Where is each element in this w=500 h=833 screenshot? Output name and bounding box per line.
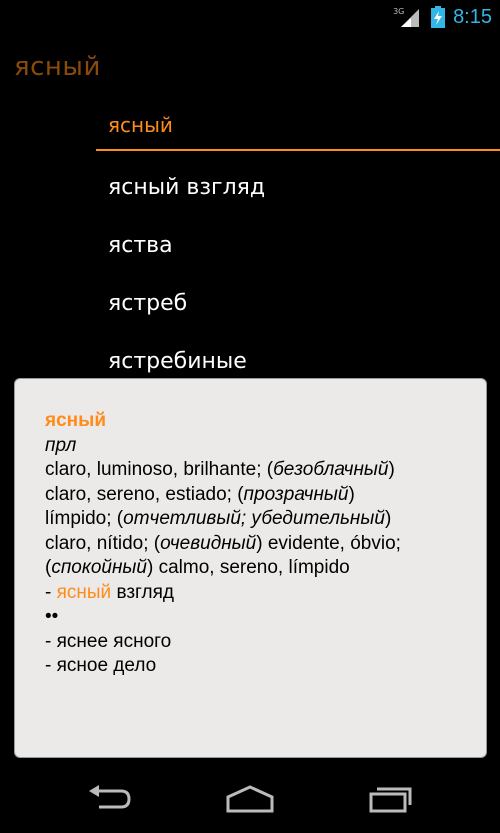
back-icon bbox=[89, 785, 131, 809]
definition-text: claro, nítido; ( bbox=[45, 532, 161, 554]
word-list: ясный ясный взгляд яства ястреб ястребин… bbox=[96, 100, 500, 390]
idiom-line: - ясное дело bbox=[45, 655, 157, 676]
recent-apps-icon bbox=[369, 787, 412, 813]
battery-charging-icon bbox=[431, 6, 446, 28]
part-of-speech: прл bbox=[45, 434, 77, 456]
example-line: - ясный взгляд bbox=[45, 581, 486, 606]
signal-icon: 3G bbox=[393, 5, 423, 29]
definition-text: ) evidente, óbvio; bbox=[256, 532, 401, 554]
home-button[interactable] bbox=[220, 779, 280, 819]
status-clock: 8:15 bbox=[453, 5, 492, 28]
definition-text: ) bbox=[348, 483, 355, 505]
definition-note: очевидный bbox=[160, 532, 257, 554]
definition-body: ясный прл claro, luminoso, brilhante; (б… bbox=[15, 379, 486, 679]
list-item[interactable]: ястреб bbox=[96, 274, 500, 332]
definition-text: ) calmo, sereno, límpido bbox=[146, 557, 350, 578]
back-button[interactable] bbox=[80, 779, 140, 819]
definition-text: ) bbox=[384, 508, 392, 529]
example-text: - bbox=[45, 581, 57, 603]
definition-line: claro, luminoso, brilhante; (безоблачный… bbox=[45, 458, 486, 483]
example-highlight: ясный bbox=[56, 581, 112, 603]
definition-line: claro, nítido; (очевидный) evidente, óbv… bbox=[45, 532, 486, 557]
navigation-bar bbox=[0, 765, 500, 833]
entry-headword: ясный bbox=[45, 410, 107, 431]
definition-line: (спокойный) calmo, sereno, límpido bbox=[45, 556, 486, 581]
idiom-marker: •• bbox=[45, 606, 59, 627]
example-text: взгляд bbox=[111, 581, 175, 603]
definition-note: прозрачный bbox=[243, 483, 349, 505]
recent-apps-button[interactable] bbox=[360, 779, 420, 819]
list-item[interactable]: ясный взгляд bbox=[96, 158, 500, 216]
status-bar: 3G 8:15 bbox=[0, 0, 500, 34]
definition-text: claro, sereno, estiado; ( bbox=[45, 483, 244, 505]
home-icon bbox=[226, 785, 274, 813]
status-indicators: 3G 8:15 bbox=[393, 0, 492, 34]
definition-line: límpido; (отчетливый; убедительный) bbox=[45, 507, 486, 532]
definition-popup[interactable]: ясный прл claro, luminoso, brilhante; (б… bbox=[14, 378, 487, 758]
search-term-title: ясный bbox=[14, 52, 101, 82]
idiom-line: - яснее ясного bbox=[45, 630, 172, 652]
definition-note: отчетливый; убедительный bbox=[123, 508, 385, 529]
list-item-selected[interactable]: ясный bbox=[96, 100, 500, 151]
definition-note: спокойный bbox=[51, 557, 147, 578]
definition-text: claro, luminoso, brilhante; ( bbox=[45, 459, 274, 480]
network-type-label: 3G bbox=[393, 7, 405, 16]
list-item[interactable]: яства bbox=[96, 216, 500, 274]
definition-line: claro, sereno, estiado; (прозрачный) bbox=[45, 483, 486, 508]
definition-note: безоблачный bbox=[273, 459, 389, 480]
definition-text: ) bbox=[388, 459, 395, 480]
definition-text: límpido; ( bbox=[45, 508, 124, 529]
